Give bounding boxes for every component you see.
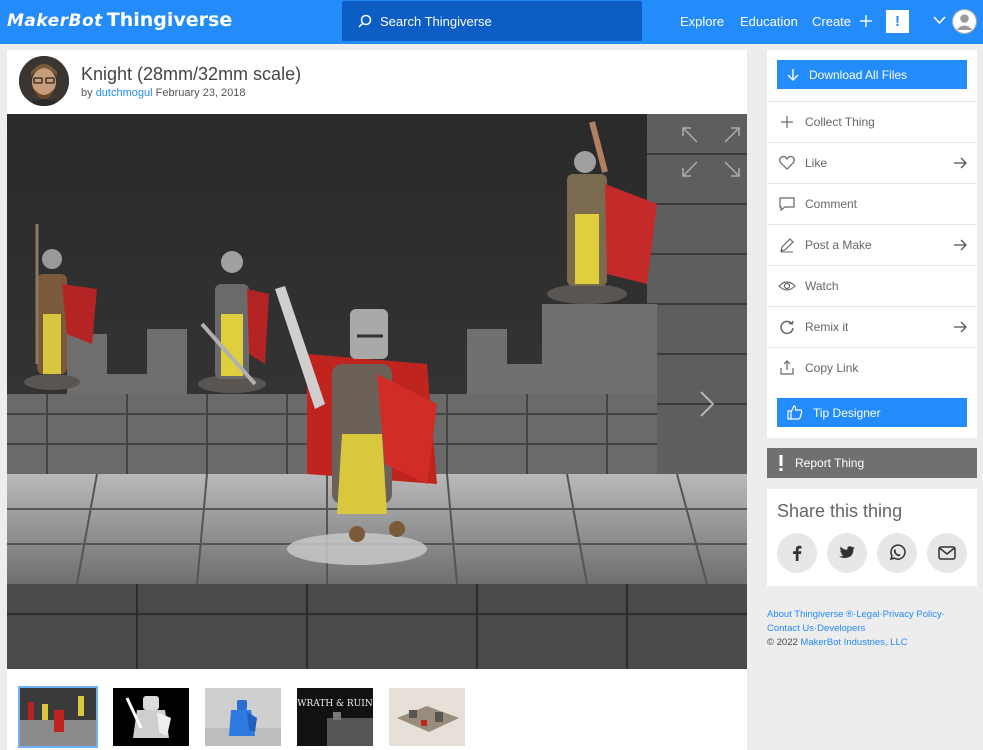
nav-explore[interactable]: Explore: [680, 14, 724, 29]
share-card: Share this thing: [767, 489, 977, 586]
post-a-make-button[interactable]: Post a Make: [767, 224, 977, 265]
footer-privacy-link[interactable]: Privacy Policy: [883, 609, 942, 620]
report-label: Report Thing: [795, 456, 865, 470]
tip-designer-button[interactable]: Tip Designer: [777, 398, 967, 427]
logo-product: Thingiverse: [106, 9, 233, 31]
search-input[interactable]: Search Thingiverse: [342, 1, 642, 41]
footer-legal-link[interactable]: Legal: [856, 609, 879, 620]
collect-label: Collect Thing: [805, 115, 875, 129]
remix-icon: [780, 320, 794, 335]
comment-button[interactable]: Comment: [767, 183, 977, 224]
download-label: Download All Files: [809, 67, 908, 82]
chevron-down-icon[interactable]: [933, 16, 946, 25]
heart-icon: [779, 155, 795, 170]
tip-label: Tip Designer: [813, 405, 881, 420]
arrow-right-icon[interactable]: [953, 238, 967, 252]
collect-thing-button[interactable]: Collect Thing: [767, 101, 977, 142]
plus-icon: [781, 116, 793, 128]
post-make-label: Post a Make: [805, 238, 872, 252]
publish-date: February 23, 2018: [155, 87, 246, 99]
download-all-files-button[interactable]: Download All Files: [777, 60, 967, 89]
share-upload-icon: [780, 360, 794, 375]
copy-link-button[interactable]: Copy Link: [767, 347, 977, 388]
comment-icon: [779, 197, 795, 212]
footer-developers-link[interactable]: Developers: [817, 623, 865, 634]
eye-icon: [778, 281, 796, 291]
remix-label: Remix it: [805, 320, 849, 334]
arrow-down-icon: [787, 69, 799, 81]
top-navigation-bar: MakerBot Thingiverse Search Thingiverse E…: [0, 0, 983, 44]
facebook-icon: [793, 545, 802, 561]
arrow-right-icon[interactable]: [953, 320, 967, 334]
nav-create[interactable]: Create: [812, 14, 873, 29]
thing-title: Knight (28mm/32mm scale): [81, 64, 302, 84]
search-icon: [358, 14, 372, 28]
footer-copyright: © 2022: [767, 637, 798, 648]
search-placeholder: Search Thingiverse: [380, 13, 492, 29]
plus-icon: [859, 15, 872, 27]
share-twitter-button[interactable]: [827, 533, 867, 573]
exclamation-icon: [779, 455, 783, 471]
remix-button[interactable]: Remix it: [767, 306, 977, 347]
creator-avatar[interactable]: [19, 56, 69, 106]
copy-link-label: Copy Link: [805, 361, 859, 375]
thumbnail-knight-render-bw[interactable]: [113, 688, 189, 746]
byline-prefix: by: [81, 87, 93, 99]
thumbnail-blue-print[interactable]: [205, 688, 281, 746]
pencil-icon: [780, 238, 794, 253]
thumbs-up-icon: [787, 405, 803, 420]
thumbnail-strip: WRATH & RUIN: [7, 680, 747, 750]
thumbnail-wrath-ruin-label: WRATH & RUIN: [297, 699, 373, 709]
thing-main-card: Knight (28mm/32mm scale) by dutchmogul F…: [7, 50, 747, 750]
author-link[interactable]: dutchmogul: [96, 87, 153, 99]
comment-label: Comment: [805, 197, 858, 211]
watch-button[interactable]: Watch: [767, 265, 977, 306]
user-avatar-icon[interactable]: [952, 9, 977, 34]
footer-about-link[interactable]: About Thingiverse ®: [767, 609, 853, 620]
footer-company-link[interactable]: MakerBot Industries, LLC: [800, 637, 907, 648]
whatsapp-icon: [889, 544, 906, 561]
arrow-right-icon[interactable]: [953, 156, 967, 170]
mail-icon: [938, 546, 956, 560]
footer-contact-link[interactable]: Contact Us: [767, 623, 814, 634]
share-title: Share this thing: [777, 501, 903, 521]
twitter-icon: [839, 546, 855, 558]
report-thing-button[interactable]: Report Thing: [767, 448, 977, 478]
watch-label: Watch: [805, 279, 839, 293]
nav-create-label: Create: [812, 14, 852, 29]
nav-education[interactable]: Education: [740, 14, 798, 29]
logo-brand: MakerBot: [7, 11, 103, 31]
thing-actions-card: Download All Files Collect Thing Like Co…: [767, 50, 977, 438]
footer-links: About Thingiverse ®·Legal·Privacy Policy…: [767, 609, 945, 648]
thumbnail-dungeon-tiles[interactable]: [389, 688, 465, 746]
thing-hero-image[interactable]: [7, 114, 747, 669]
notification-alert-button[interactable]: !: [886, 10, 909, 33]
site-logo[interactable]: MakerBot Thingiverse: [7, 9, 232, 31]
thing-byline: by dutchmogul February 23, 2018: [81, 87, 246, 99]
like-button[interactable]: Like: [767, 142, 977, 183]
share-email-button[interactable]: [927, 533, 967, 573]
share-facebook-button[interactable]: [777, 533, 817, 573]
thumbnail-wrath-ruin[interactable]: WRATH & RUIN: [297, 688, 373, 746]
thumbnail-knights-on-wall[interactable]: [18, 686, 98, 748]
like-label: Like: [805, 156, 828, 170]
share-whatsapp-button[interactable]: [877, 533, 917, 573]
